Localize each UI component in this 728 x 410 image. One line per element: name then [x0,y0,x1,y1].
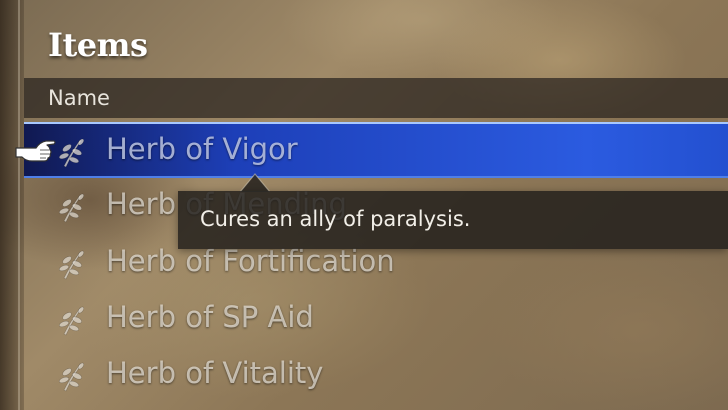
item-label: Herb of Vigor [106,132,298,166]
herb-icon [58,362,85,392]
item-menu-screen: Items Name Herb of Vigor Herb Herb of Fo… [0,0,728,410]
item-label: Herb of Fortification [106,244,395,278]
left-rail [0,0,24,410]
item-label: Herb of Vitality [106,356,324,390]
herb-icon [58,250,85,280]
list-item[interactable]: Herb of SP Aid [24,292,728,348]
column-header-bar: Name [24,78,728,118]
tooltip-pointer [240,173,270,192]
column-header-name: Name [48,86,110,110]
herb-icon [58,138,85,168]
menu-title: Items [48,26,148,64]
item-description-tooltip: Cures an ally of paralysis. [178,191,728,249]
tooltip-text: Cures an ally of paralysis. [200,207,471,231]
herb-icon [58,193,85,223]
herb-icon [58,306,85,336]
pointing-hand-cursor-icon [15,140,56,162]
item-label: Herb of SP Aid [106,300,314,334]
list-item[interactable]: Herb of Vitality [24,348,728,404]
list-item[interactable]: Herb of Vigor [24,122,728,178]
